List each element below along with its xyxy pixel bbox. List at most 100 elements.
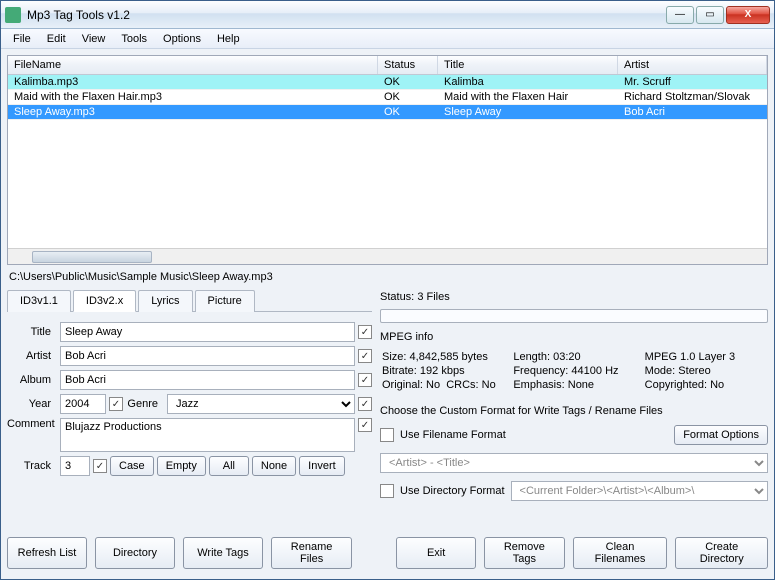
emph-label: Emphasis: (513, 379, 564, 391)
genre-check[interactable] (358, 397, 372, 411)
use-directory-label: Use Directory Format (400, 485, 505, 497)
freq-value: 44100 Hz (571, 365, 618, 377)
genre-label: Genre (126, 398, 164, 410)
title-input[interactable] (60, 322, 355, 342)
empty-button[interactable]: Empty (157, 456, 206, 476)
size-value: 4,842,585 bytes (410, 351, 488, 363)
col-status[interactable]: Status (378, 56, 438, 74)
status-line: Status: 3 Files (380, 289, 768, 305)
format-options-button[interactable]: Format Options (674, 425, 768, 445)
cell-status: OK (378, 105, 438, 119)
close-button[interactable]: X (726, 6, 770, 24)
title-label: Title (7, 326, 57, 338)
orig-value: No (426, 379, 440, 391)
menu-help[interactable]: Help (209, 31, 248, 47)
year-check[interactable] (109, 397, 123, 411)
length-label: Length: (513, 351, 550, 363)
menu-tools[interactable]: Tools (113, 31, 155, 47)
filename-template-select[interactable]: <Artist> - <Title> (380, 453, 768, 473)
col-artist[interactable]: Artist (618, 56, 767, 74)
use-filename-check[interactable] (380, 428, 394, 442)
bottom-toolbar: Refresh List Directory Write Tags Rename… (7, 533, 768, 573)
length-value: 03:20 (553, 351, 581, 363)
table-row[interactable]: Sleep Away.mp3OKSleep AwayBob Acri (8, 105, 767, 120)
window-controls: — ▭ X (666, 6, 770, 24)
rename-files-button[interactable]: Rename Files (271, 537, 352, 569)
bitrate-label: Bitrate: (382, 365, 417, 377)
left-panel: ID3v1.1 ID3v2.x Lyrics Picture Title Art… (7, 289, 372, 529)
tab-lyrics[interactable]: Lyrics (138, 290, 192, 312)
titlebar[interactable]: Mp3 Tag Tools v1.2 — ▭ X (1, 1, 774, 29)
create-directory-button[interactable]: Create Directory (675, 537, 768, 569)
freq-label: Frequency: (513, 365, 568, 377)
cell-status: OK (378, 90, 438, 104)
case-button[interactable]: Case (110, 456, 154, 476)
content: FileName Status Title Artist Kalimba.mp3… (1, 49, 774, 579)
use-directory-check[interactable] (380, 484, 394, 498)
genre-select[interactable]: Jazz (167, 394, 355, 414)
mpeg-info: Size: 4,842,585 bytes Length: 03:20 MPEG… (380, 347, 768, 395)
menu-file[interactable]: File (5, 31, 39, 47)
directory-template-select[interactable]: <Current Folder>\<Artist>\<Album>\ (511, 481, 768, 501)
status-label: Status: (380, 291, 414, 303)
status-text: 3 Files (417, 291, 449, 303)
menu-options[interactable]: Options (155, 31, 209, 47)
emph-value: None (568, 379, 594, 391)
year-label: Year (7, 398, 57, 410)
use-filename-label: Use Filename Format (400, 429, 506, 441)
tab-picture[interactable]: Picture (195, 290, 255, 312)
cell-filename: Kalimba.mp3 (8, 75, 378, 89)
mpeg-version: MPEG 1.0 Layer 3 (645, 351, 766, 363)
window-title: Mp3 Tag Tools v1.2 (27, 8, 666, 22)
scroll-thumb[interactable] (32, 251, 152, 263)
year-input[interactable] (60, 394, 106, 414)
table-body[interactable]: Kalimba.mp3OKKalimbaMr. ScruffMaid with … (8, 75, 767, 248)
album-input[interactable] (60, 370, 355, 390)
cell-artist: Bob Acri (618, 105, 767, 119)
cell-filename: Sleep Away.mp3 (8, 105, 378, 119)
file-path: C:\Users\Public\Music\Sample Music\Sleep… (7, 269, 768, 285)
comment-check[interactable] (358, 418, 372, 432)
tag-form: Title Artist Album Y (7, 316, 372, 482)
menu-edit[interactable]: Edit (39, 31, 74, 47)
app-icon (5, 7, 21, 23)
app-window: Mp3 Tag Tools v1.2 — ▭ X File Edit View … (0, 0, 775, 580)
tab-id3v2[interactable]: ID3v2.x (73, 290, 136, 312)
artist-input[interactable] (60, 346, 355, 366)
clean-filenames-button[interactable]: Clean Filenames (573, 537, 668, 569)
minimize-button[interactable]: — (666, 6, 694, 24)
track-check[interactable] (93, 459, 107, 473)
exit-button[interactable]: Exit (396, 537, 476, 569)
crc-label: CRCs: (446, 379, 478, 391)
artist-label: Artist (7, 350, 57, 362)
write-tags-button[interactable]: Write Tags (183, 537, 263, 569)
remove-tags-button[interactable]: Remove Tags (484, 537, 564, 569)
album-check[interactable] (358, 373, 372, 387)
comment-input[interactable] (60, 418, 355, 452)
cell-title: Kalimba (438, 75, 618, 89)
mode-value: Stereo (678, 365, 710, 377)
title-check[interactable] (358, 325, 372, 339)
none-button[interactable]: None (252, 456, 296, 476)
horizontal-scrollbar[interactable] (8, 248, 767, 264)
table-header: FileName Status Title Artist (8, 56, 767, 75)
maximize-button[interactable]: ▭ (696, 6, 724, 24)
col-title[interactable]: Title (438, 56, 618, 74)
crc-value: No (482, 379, 496, 391)
table-row[interactable]: Kalimba.mp3OKKalimbaMr. Scruff (8, 75, 767, 90)
tab-id3v1[interactable]: ID3v1.1 (7, 290, 71, 312)
cell-artist: Mr. Scruff (618, 75, 767, 89)
col-filename[interactable]: FileName (8, 56, 378, 74)
artist-check[interactable] (358, 349, 372, 363)
menu-view[interactable]: View (74, 31, 114, 47)
all-button[interactable]: All (209, 456, 249, 476)
size-label: Size: (382, 351, 406, 363)
invert-button[interactable]: Invert (299, 456, 345, 476)
copy-label: Copyrighted: (645, 379, 707, 391)
cell-title: Sleep Away (438, 105, 618, 119)
directory-button[interactable]: Directory (95, 537, 175, 569)
track-input[interactable] (60, 456, 90, 476)
bitrate-value: 192 kbps (420, 365, 465, 377)
table-row[interactable]: Maid with the Flaxen Hair.mp3OKMaid with… (8, 90, 767, 105)
refresh-list-button[interactable]: Refresh List (7, 537, 87, 569)
